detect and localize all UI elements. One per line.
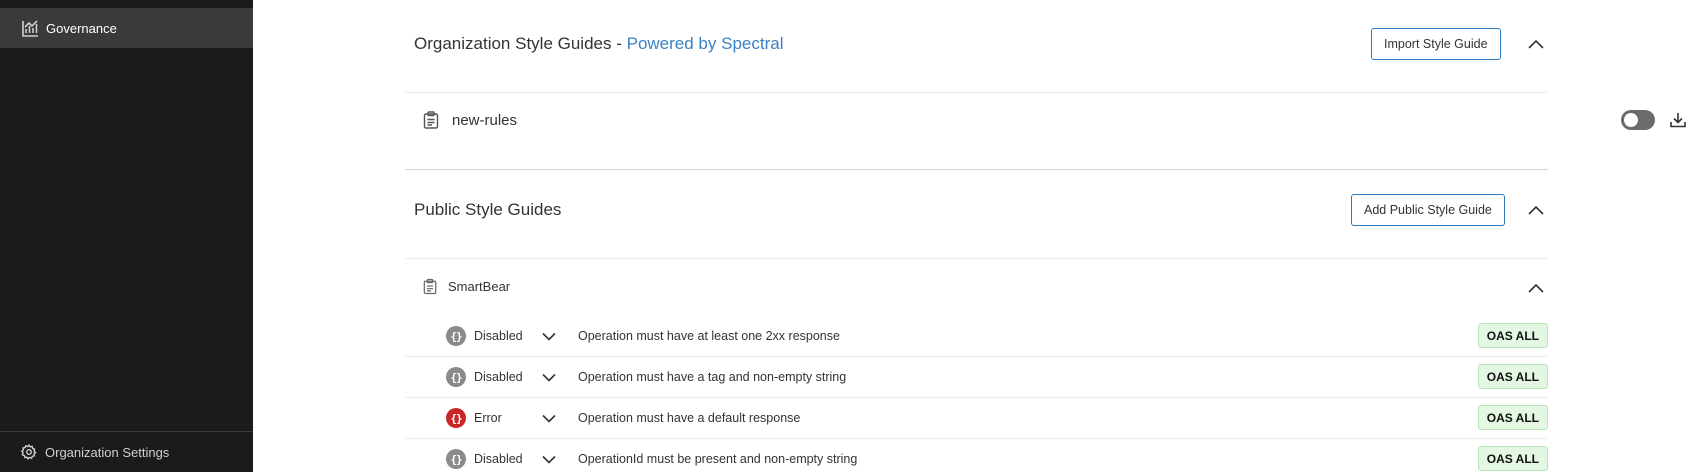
org-style-guides-header: Organization Style Guides - Powered by S… (405, 9, 1548, 79)
guide-name: SmartBear (448, 279, 511, 294)
collapse-org-chevron-icon[interactable] (1527, 35, 1545, 53)
style-guides-panel: Organization Style Guides - Powered by S… (405, 0, 1686, 472)
add-public-style-guide-button[interactable]: Add Public Style Guide (1351, 194, 1505, 226)
public-style-guides-title: Public Style Guides (414, 200, 562, 219)
rule-severity: Error (474, 411, 502, 425)
rule-error-icon: {} (446, 408, 466, 428)
rule-severity: Disabled (474, 452, 523, 466)
severity-dropdown-chevron-icon[interactable] (541, 451, 557, 467)
org-guide-row: new-rules (405, 95, 1686, 145)
oas-badge: OAS ALL (1477, 323, 1548, 348)
rule-description: Operation must have a default response (578, 411, 801, 425)
collapse-smartbear-chevron-icon[interactable] (1527, 279, 1545, 297)
oas-badge: OAS ALL (1477, 405, 1548, 430)
public-guide-row: SmartBear (405, 268, 1548, 308)
rule-description: OperationId must be present and non-empt… (578, 452, 858, 466)
rule-disabled-icon: {} (446, 367, 466, 387)
organization-settings-link[interactable]: Organization Settings (0, 431, 253, 472)
sidebar-item-label: Governance (46, 20, 117, 36)
oas-badge: OAS ALL (1477, 364, 1548, 389)
sidebar-item-governance[interactable]: Governance (0, 8, 253, 48)
oas-badge: OAS ALL (1477, 446, 1548, 471)
severity-dropdown-chevron-icon[interactable] (541, 369, 557, 385)
rule-description: Operation must have at least one 2xx res… (578, 329, 840, 343)
clipboard-icon (423, 278, 437, 296)
public-style-guides-header: Public Style Guides Add Public Style Gui… (405, 175, 1548, 245)
rule-row: {} Disabled OperationId must be present … (405, 439, 1548, 472)
import-style-guide-button[interactable]: Import Style Guide (1371, 28, 1501, 60)
section-divider (405, 169, 1548, 170)
divider (405, 92, 1548, 93)
rule-row: {} Disabled Operation must have a tag an… (405, 357, 1548, 398)
toggle-knob (1624, 113, 1638, 127)
rule-row: {} Error Operation must have a default r… (405, 398, 1548, 439)
collapse-public-chevron-icon[interactable] (1527, 201, 1545, 219)
rule-severity: Disabled (474, 329, 523, 343)
severity-dropdown-chevron-icon[interactable] (541, 328, 557, 344)
guide-enable-toggle[interactable] (1621, 110, 1655, 130)
organization-settings-label: Organization Settings (45, 444, 170, 460)
rule-severity: Disabled (474, 370, 523, 384)
severity-dropdown-chevron-icon[interactable] (541, 410, 557, 426)
sidebar: Governance Organization Settings (0, 0, 253, 472)
rule-row: {} Disabled Operation must have at least… (405, 316, 1548, 357)
main-content: Organization Style Guides - Powered by S… (253, 0, 1697, 472)
divider (405, 258, 1548, 259)
download-icon[interactable] (1669, 111, 1687, 129)
powered-by-spectral-link[interactable]: Powered by Spectral (627, 34, 784, 53)
rule-disabled-icon: {} (446, 326, 466, 346)
rule-description: Operation must have a tag and non-empty … (578, 370, 847, 384)
chart-icon (21, 19, 40, 38)
gear-icon (21, 444, 37, 460)
rule-disabled-icon: {} (446, 449, 466, 469)
guide-name: new-rules (452, 111, 518, 129)
org-style-guides-title: Organization Style Guides - Powered by S… (414, 34, 784, 53)
clipboard-icon (423, 111, 439, 129)
